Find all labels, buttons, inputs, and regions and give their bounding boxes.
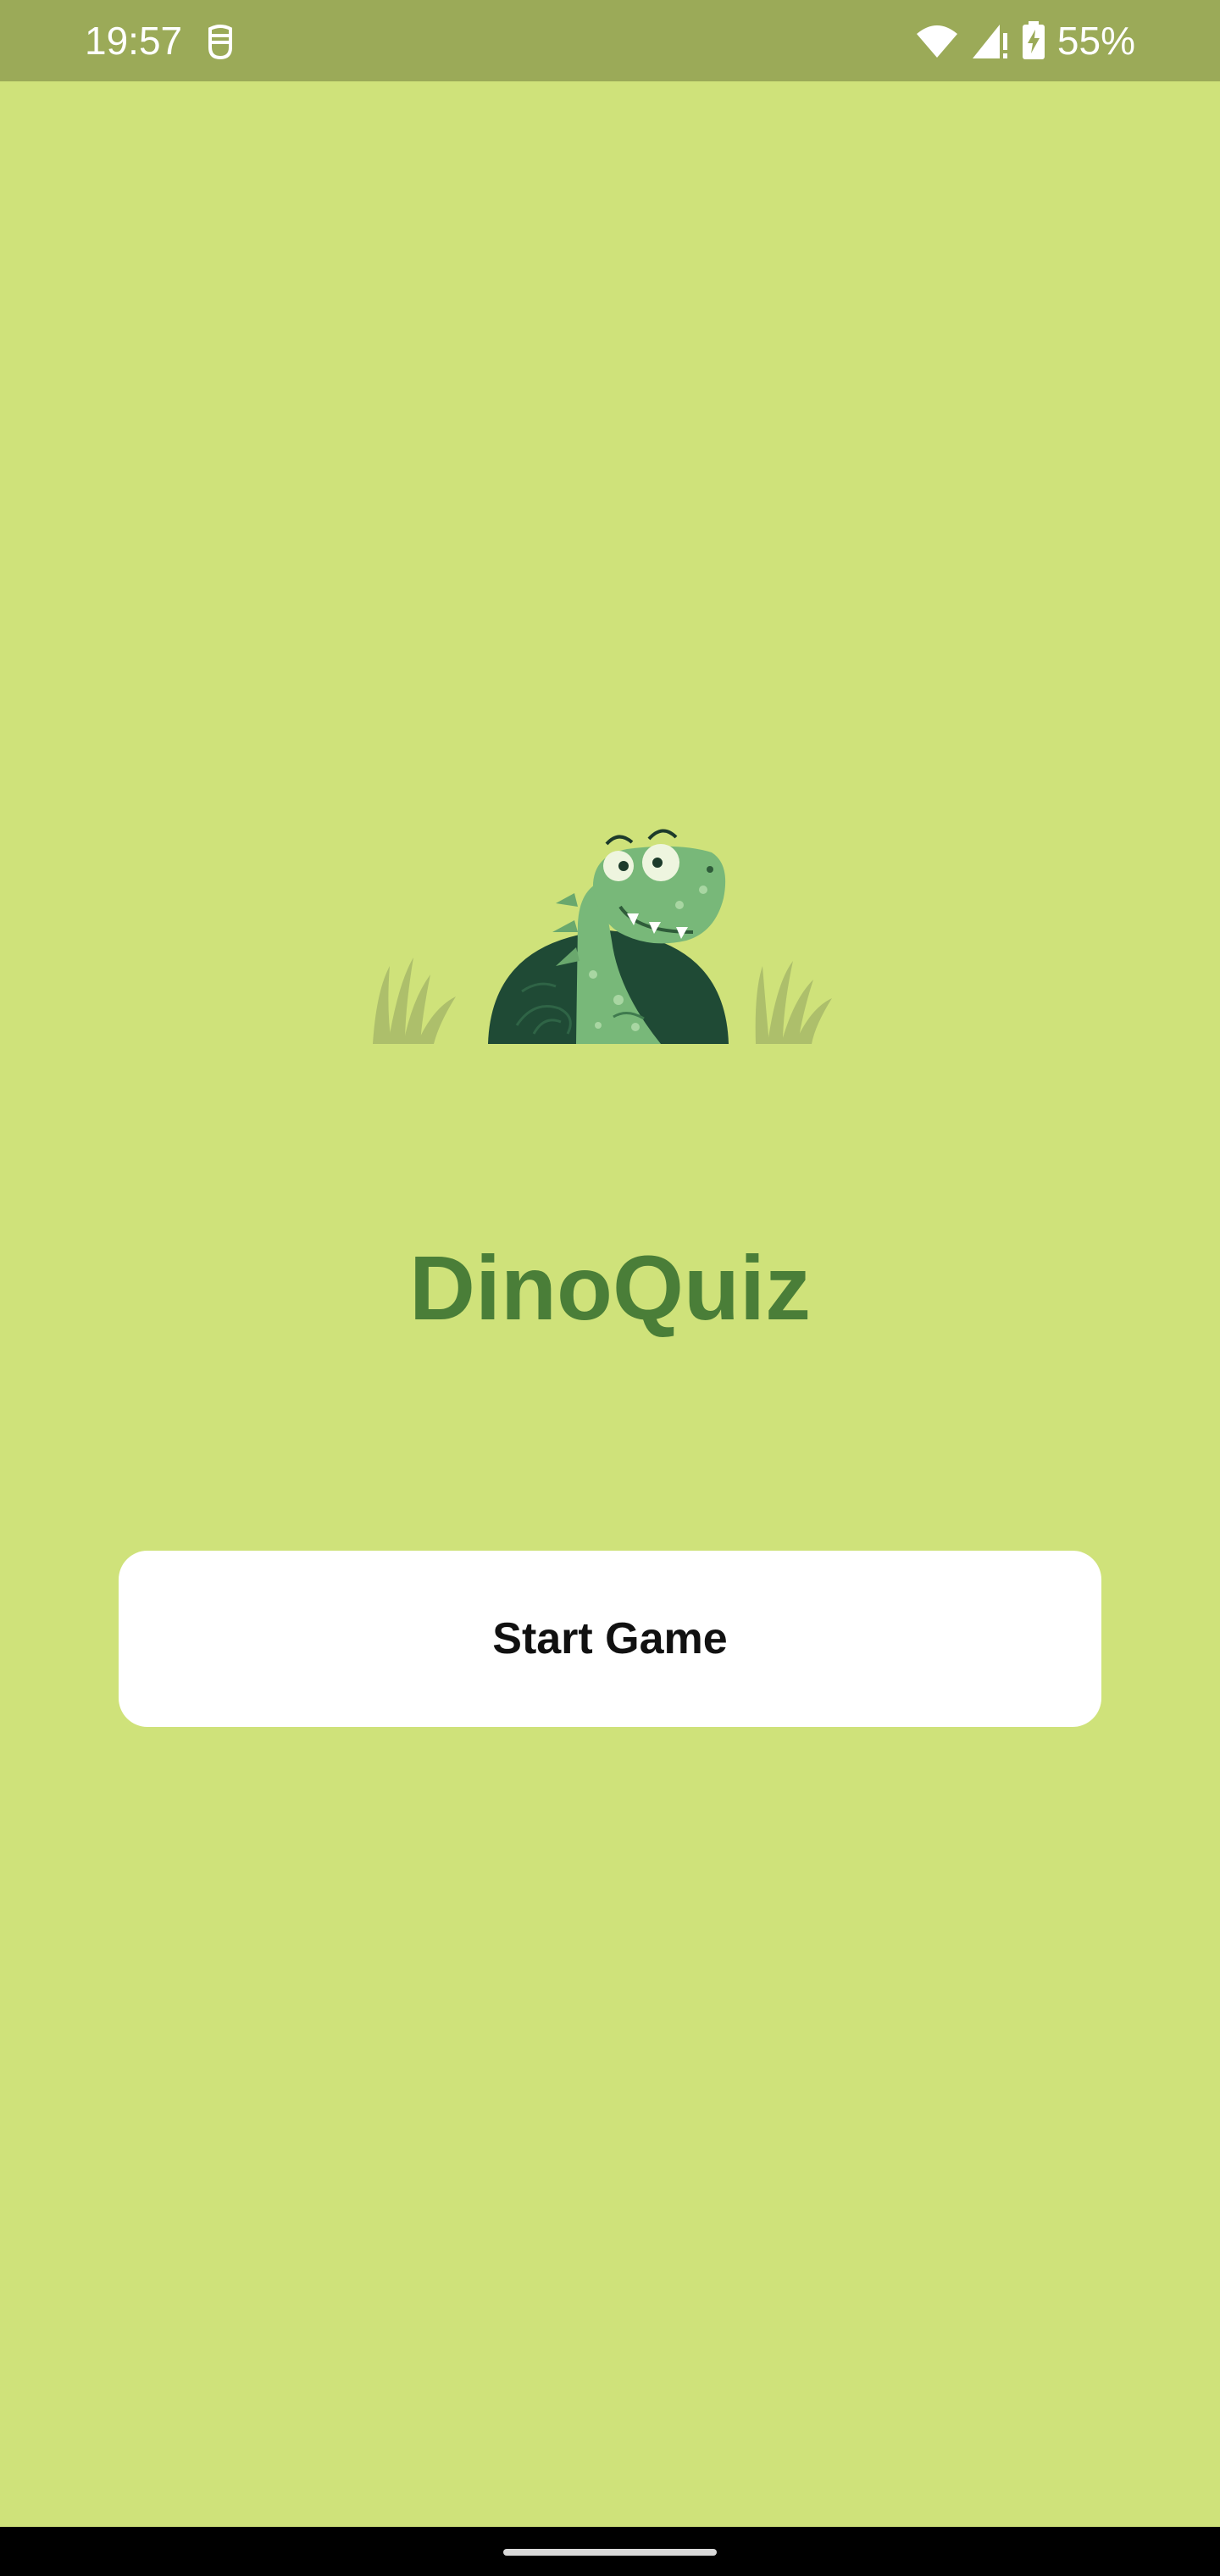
app-title: DinoQuiz bbox=[409, 1236, 811, 1339]
start-game-button[interactable]: Start Game bbox=[119, 1551, 1101, 1727]
battery-charging-icon bbox=[1022, 21, 1045, 59]
app-notification-icon bbox=[208, 25, 232, 60]
grass-right bbox=[755, 961, 832, 1044]
start-game-label: Start Game bbox=[492, 1614, 728, 1663]
status-time: 19:57 bbox=[85, 19, 183, 63]
battery-percentage: 55% bbox=[1056, 19, 1135, 63]
status-icons: 55% bbox=[915, 17, 1135, 64]
home-indicator[interactable] bbox=[503, 2549, 717, 2556]
navigation-bar bbox=[0, 2527, 1220, 2576]
dinosaur-icon bbox=[373, 829, 832, 1044]
cell-signal-icon bbox=[972, 25, 1007, 58]
grass-left bbox=[373, 958, 456, 1044]
wifi-icon bbox=[916, 25, 957, 58]
status-bar: 19:57 55% bbox=[0, 0, 1220, 81]
